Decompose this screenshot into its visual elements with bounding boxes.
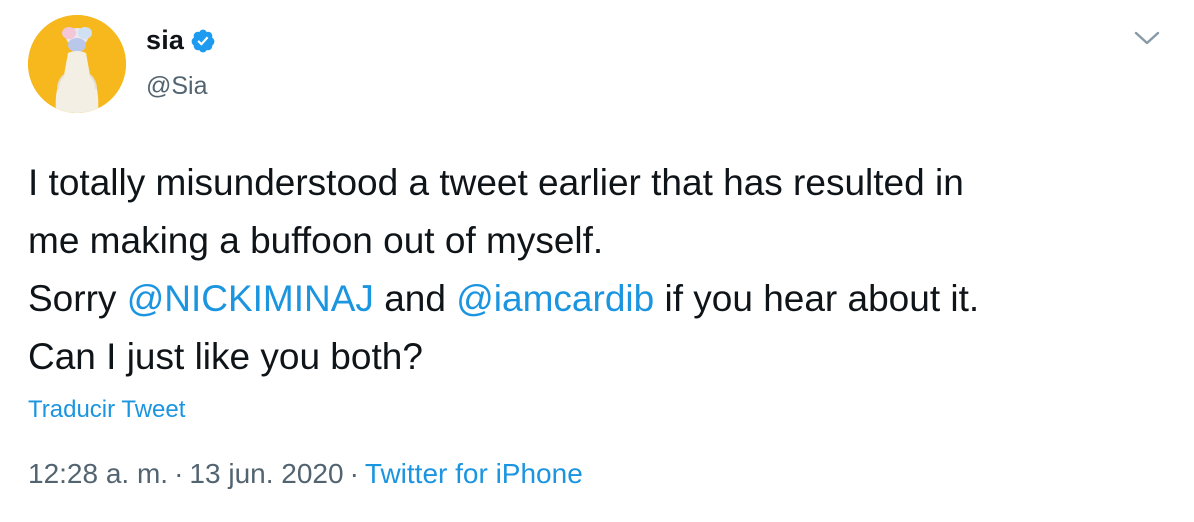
chevron-down-icon[interactable] — [1132, 26, 1162, 50]
tweet-card: sia @Sia I totally misunderstood a tweet… — [0, 0, 1194, 522]
mention-link-iamcardib[interactable]: @iamcardib — [456, 278, 654, 319]
tweet-text-fragment: if you hear about it. — [654, 278, 980, 319]
tweet-text: I totally misunderstood a tweet earlier … — [28, 154, 1178, 386]
tweet-line: Sorry @NICKIMINAJ and @iamcardib if you … — [28, 270, 1178, 328]
verified-badge-icon — [190, 28, 216, 54]
tweet-text-fragment: Sorry — [28, 278, 127, 319]
separator: · — [349, 458, 359, 489]
tweet-line: Can I just like you both? — [28, 336, 423, 377]
author-handle[interactable]: @Sia — [146, 72, 208, 101]
tweet-meta: 12:28 a. m. · 13 jun. 2020 · Twitter for iPh… — [28, 458, 583, 490]
tweet-date[interactable]: 13 jun. 2020 — [189, 458, 343, 489]
display-name[interactable]: sia — [146, 25, 184, 56]
avatar-image — [28, 15, 126, 113]
tweet-text-fragment: and — [373, 278, 457, 319]
tweet-line: me making a buffoon out of myself. — [28, 220, 604, 261]
separator: · — [174, 458, 184, 489]
author-name-row[interactable]: sia — [146, 25, 216, 56]
tweet-time[interactable]: 12:28 a. m. — [28, 458, 168, 489]
mention-link-nickiminaj[interactable]: @NICKIMINAJ — [127, 278, 374, 319]
tweet-line: I totally misunderstood a tweet earlier … — [28, 162, 964, 203]
tweet-source-link[interactable]: Twitter for iPhone — [365, 458, 583, 489]
avatar[interactable] — [28, 15, 126, 113]
translate-tweet-link[interactable]: Traducir Tweet — [28, 396, 185, 424]
